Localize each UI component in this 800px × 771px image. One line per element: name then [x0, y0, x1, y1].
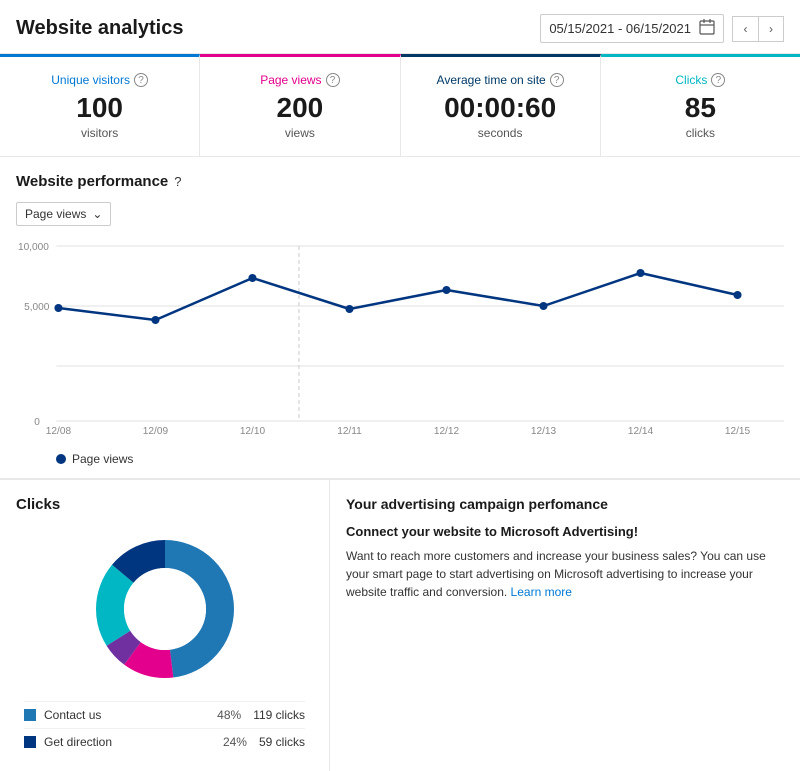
- legend-color-dot: [56, 454, 66, 464]
- chart-point-6: [539, 302, 547, 310]
- date-nav-arrows: ‹ ›: [732, 16, 784, 42]
- chart-point-1: [54, 304, 62, 312]
- metric-dropdown[interactable]: Page views ⌄: [16, 202, 111, 226]
- advertising-body: Want to reach more customers and increas…: [346, 547, 784, 601]
- chart-line: [58, 273, 737, 320]
- chart-point-5: [442, 286, 450, 294]
- donut-chart-svg: [85, 529, 245, 689]
- chart-svg: 10,000 5,000 0 12/08 12/09 12/10 12/11 1…: [16, 236, 784, 436]
- pageviews-help-icon[interactable]: ?: [326, 73, 340, 87]
- svg-text:12/08: 12/08: [46, 426, 72, 436]
- legend-square-contact: [24, 709, 36, 721]
- next-date-button[interactable]: ›: [758, 16, 784, 42]
- stat-unit-pageviews: views: [220, 126, 379, 140]
- legend-row-contact: Contact us 48% 119 clicks: [24, 701, 305, 728]
- stat-value-visitors: 100: [20, 93, 179, 124]
- stat-unique-visitors: Unique visitors ? 100 visitors: [0, 54, 200, 156]
- performance-chart: 10,000 5,000 0 12/08 12/09 12/10 12/11 1…: [16, 236, 784, 436]
- stat-label-avgtime: Average time on site ?: [421, 73, 580, 87]
- stat-clicks: Clicks ? 85 clicks: [601, 54, 800, 156]
- date-range-text: 05/15/2021 - 06/15/2021: [549, 21, 691, 36]
- stat-label-pageviews-text: Page views: [260, 73, 321, 87]
- svg-text:12/12: 12/12: [434, 426, 460, 436]
- svg-text:12/13: 12/13: [531, 426, 557, 436]
- stat-unit-visitors: visitors: [20, 126, 179, 140]
- stat-label-visitors-text: Unique visitors: [51, 73, 130, 87]
- legend-row-direction: Get direction 24% 59 clicks: [24, 728, 305, 755]
- svg-text:12/11: 12/11: [337, 426, 362, 436]
- stat-label-clicks-text: Clicks: [675, 73, 707, 87]
- clicks-legend: Contact us 48% 119 clicks Get direction …: [16, 701, 313, 755]
- svg-text:12/15: 12/15: [725, 426, 751, 436]
- clicks-help-icon[interactable]: ?: [711, 73, 725, 87]
- legend-pct-direction: 24%: [223, 735, 247, 749]
- chart-point-2: [151, 316, 159, 324]
- legend-pct-contact: 48%: [217, 708, 241, 722]
- performance-section: Website performance ? Page views ⌄ 10,00…: [0, 157, 800, 479]
- stat-label-clicks: Clicks ?: [621, 73, 780, 87]
- legend-label-direction: Get direction: [44, 735, 112, 749]
- page-title: Website analytics: [16, 17, 183, 40]
- legend-square-direction: [24, 736, 36, 748]
- stat-value-avgtime: 00:00:60: [421, 93, 580, 124]
- stat-unit-clicks: clicks: [621, 126, 780, 140]
- svg-text:12/09: 12/09: [143, 426, 169, 436]
- chart-point-8: [733, 291, 741, 299]
- stat-value-clicks: 85: [621, 93, 780, 124]
- performance-help-icon[interactable]: ?: [174, 174, 181, 189]
- page-header: Website analytics 05/15/2021 - 06/15/202…: [0, 0, 800, 54]
- legend-row-contact-left: Contact us: [24, 708, 101, 722]
- svg-text:12/10: 12/10: [240, 426, 266, 436]
- svg-text:10,000: 10,000: [18, 242, 49, 253]
- metric-dropdown-label: Page views: [25, 207, 86, 221]
- stat-label-pageviews: Page views ?: [220, 73, 379, 87]
- svg-text:0: 0: [34, 417, 40, 428]
- donut-center: [124, 568, 206, 650]
- stat-unit-avgtime: seconds: [421, 126, 580, 140]
- visitors-help-icon[interactable]: ?: [134, 73, 148, 87]
- avgtime-help-icon[interactable]: ?: [550, 73, 564, 87]
- stat-value-pageviews: 200: [220, 93, 379, 124]
- advertising-learn-more-link[interactable]: Learn more: [511, 585, 572, 599]
- calendar-icon: [699, 19, 715, 38]
- chart-point-4: [345, 305, 353, 313]
- chevron-down-icon: ⌄: [92, 207, 102, 221]
- donut-chart-container: [16, 529, 313, 689]
- advertising-section: Your advertising campaign perfomance Con…: [330, 480, 800, 771]
- bottom-row: Clicks: [0, 479, 800, 771]
- performance-title-row: Website performance ?: [16, 173, 784, 190]
- svg-text:12/14: 12/14: [628, 426, 654, 436]
- performance-title: Website performance: [16, 173, 168, 190]
- legend-clicks-contact: 119 clicks: [253, 708, 305, 722]
- chart-point-3: [248, 274, 256, 282]
- date-range-picker[interactable]: 05/15/2021 - 06/15/2021: [540, 14, 724, 43]
- advertising-title: Your advertising campaign perfomance: [346, 496, 784, 512]
- page-container: Website analytics 05/15/2021 - 06/15/202…: [0, 0, 800, 771]
- legend-clicks-direction: 59 clicks: [259, 735, 305, 749]
- legend-label: Page views: [72, 452, 133, 466]
- legend-row-direction-left: Get direction: [24, 735, 112, 749]
- stat-label-avgtime-text: Average time on site: [437, 73, 546, 87]
- legend-label-contact: Contact us: [44, 708, 101, 722]
- chart-legend: Page views: [16, 444, 784, 478]
- stat-label-visitors: Unique visitors ?: [20, 73, 179, 87]
- stat-avg-time: Average time on site ? 00:00:60 seconds: [401, 54, 601, 156]
- advertising-heading: Connect your website to Microsoft Advert…: [346, 524, 784, 539]
- svg-text:5,000: 5,000: [24, 302, 50, 313]
- clicks-section-title: Clicks: [16, 496, 60, 513]
- clicks-section: Clicks: [0, 480, 330, 771]
- stat-page-views: Page views ? 200 views: [200, 54, 400, 156]
- prev-date-button[interactable]: ‹: [732, 16, 758, 42]
- stats-row: Unique visitors ? 100 visitors Page view…: [0, 54, 800, 157]
- chart-point-7: [636, 269, 644, 277]
